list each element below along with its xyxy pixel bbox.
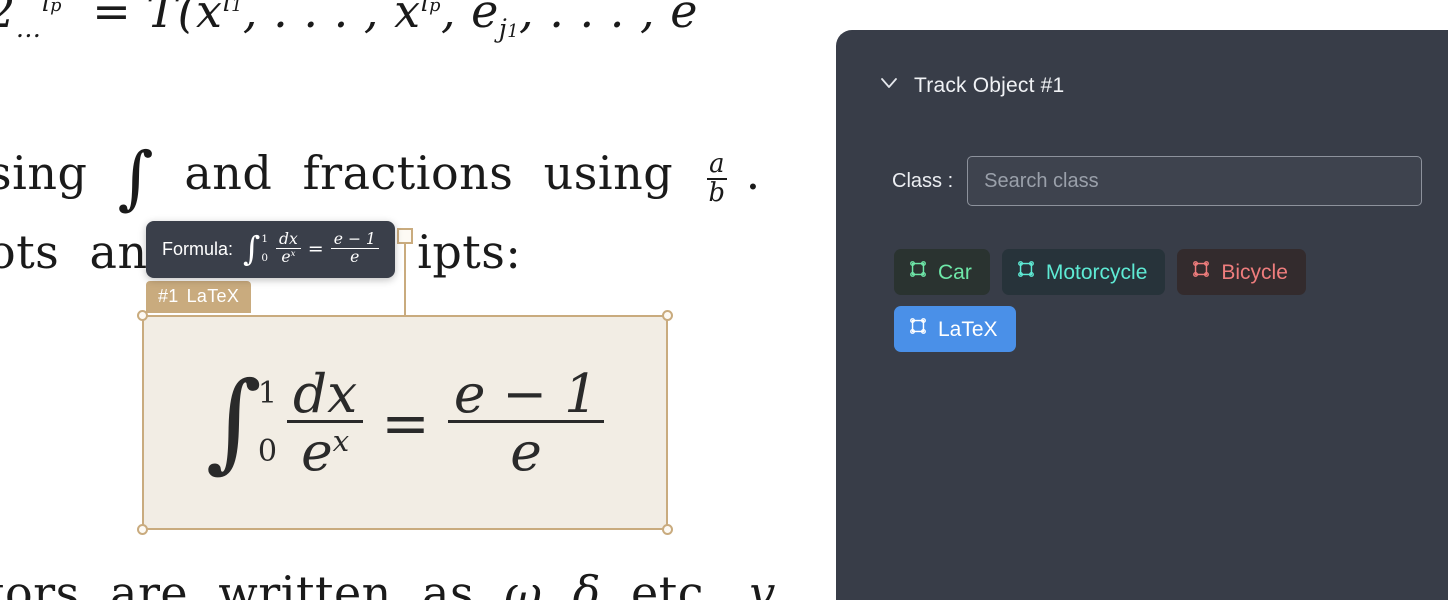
boxed-formula-content: ∫ 1 0 dx ex = e − 1 e [144,317,666,528]
fraction-left: dx ex [287,366,364,479]
class-chip-label: Bicycle [1221,260,1288,284]
class-chip-latex[interactable]: LaTeX [894,306,1016,352]
panel-title: Track Object #1 [914,74,1065,97]
class-chip-label: LaTeX [938,317,998,341]
document-canvas[interactable]: 2…ip = T(xi1, . . . , xip, ej1, . . . , … [0,0,850,600]
document-text-line: sing ∫ and fractions using ab . [0,138,761,219]
integral-symbol: ∫ [205,359,262,485]
search-input[interactable] [967,156,1422,206]
annotation-anchor-handle[interactable] [397,228,413,244]
panel-header [836,30,1448,116]
track-object-panel: Track Object #1 Class : Search class Car… [836,30,1448,600]
formula-tooltip-math: ∫ 1 0 dx ex = e − 1 e [243,230,379,269]
class-chip-car[interactable]: Car [894,249,990,295]
bounding-box-icon [908,259,928,285]
class-chip-motorcycle[interactable]: Motorcycle [1001,249,1166,295]
fraction-right: e − 1 e [447,366,605,479]
formula-tooltip-label: Formula: [162,238,234,259]
class-row: Class : [892,145,1422,217]
app-window: 2…ip = T(xi1, . . . , xip, ej1, . . . , … [0,0,1448,600]
document-text-line: tors are written as ω, δ etc. v [0,566,776,600]
annotation-label-chip[interactable]: #1 LaTeX [146,281,252,313]
resize-handle-bottom-right[interactable] [662,524,673,535]
bounding-box-icon [1016,259,1036,285]
class-chip-bicycle[interactable]: Bicycle [1177,249,1306,295]
annotation-class-name: LaTeX [186,286,240,306]
resize-handle-top-right[interactable] [662,310,673,321]
bounding-box-icon [908,316,928,342]
equals-sign: = [381,388,430,457]
annotation-anchor-line [404,243,406,317]
annotation-index: #1 [158,286,179,306]
formula-tooltip: Formula: ∫ 1 0 dx ex = e − 1 e [146,221,395,278]
class-chip-label: Car [938,260,972,284]
chevron-down-icon[interactable] [878,72,900,94]
class-label: Class : [892,169,954,192]
bounding-box[interactable]: ∫ 1 0 dx ex = e − 1 e [137,310,673,535]
class-chip-label: Motorcycle [1045,260,1148,284]
resize-handle-bottom-left[interactable] [137,524,148,535]
bounding-box-icon [1191,259,1211,285]
document-text-line: 2…ip = T(xi1, . . . , xip, ej1, . . . , … [0,0,698,44]
class-chip-list: Car Motorcycle Bicycle LaTeX [894,249,1414,352]
